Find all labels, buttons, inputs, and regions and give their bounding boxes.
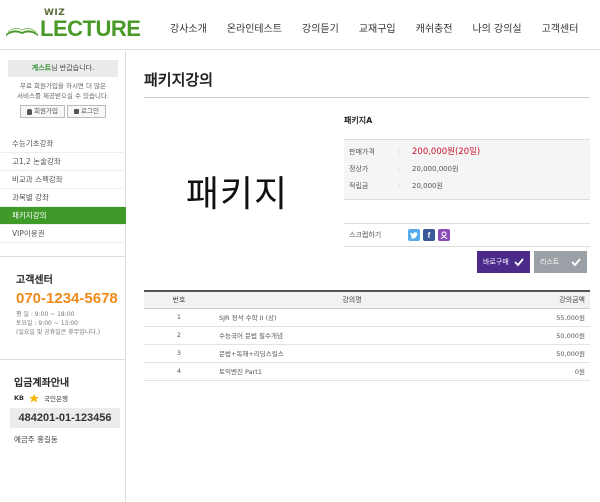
sale-price-label: 판매가격: [349, 148, 375, 156]
sale-price-value: 200,000원(20일): [412, 147, 481, 157]
user-icon: [27, 108, 33, 115]
login-label: 로그인: [80, 107, 99, 115]
table-header-row: 번호 강의명 강의금액: [144, 290, 590, 309]
kb-star-icon: [29, 393, 39, 402]
facebook-icon[interactable]: f: [423, 229, 435, 241]
login-desc-line2: 서비스를 제공받으실 수 있습니다.: [17, 92, 109, 100]
regular-price-value: 20,000,000원: [412, 165, 459, 173]
product-info: 판매가격 : 200,000원(20일) 정상가 : 20,000,000원 적…: [344, 139, 590, 200]
row-lecture-name[interactable]: 토익벤진 Part1: [214, 362, 490, 381]
bank-logo: KB 국민은행: [14, 393, 126, 403]
cs-hours-saturday: 토요일 : 9:00 ~ 13:00: [16, 320, 79, 327]
row-number: 2: [144, 326, 214, 345]
join-button[interactable]: 회원가입: [20, 105, 65, 118]
buy-now-label: 바로구매: [483, 258, 509, 266]
product-name: 패키지A: [344, 116, 373, 125]
category-menu: 수능기초강좌 고1,2 논술강좌 비교과 스펙강좌 과목별 강좌 패키지강의 V…: [0, 135, 126, 243]
main-navigation: 강사소개 온라인테스트 강의듣기 교재구입 캐쉬충전 나의 강의실 고객센터: [170, 20, 598, 35]
cs-hours: 평 일 : 9:00 ~ 18:00 토요일 : 9:00 ~ 13:00 (일…: [16, 310, 126, 337]
nav-my-classroom[interactable]: 나의 강의실: [472, 20, 521, 35]
sidebar: 게스트님 반갑습니다. 무료 회원가입을 하시면 더 많은 서비스를 제공받으실…: [0, 51, 126, 502]
greeting: 게스트님 반갑습니다.: [8, 60, 118, 77]
login-buttons: 회원가입 로그인: [8, 105, 118, 118]
row-lecture-name[interactable]: 문법+독해+리딩스킬스: [214, 344, 490, 363]
buy-now-button[interactable]: 바로구매: [477, 251, 530, 273]
header: WIZ LECTURE 강사소개 온라인테스트 강의듣기 교재구입 캐쉬충전 나…: [0, 0, 600, 50]
login-box: 게스트님 반갑습니다. 무료 회원가입을 하시면 더 많은 서비스를 제공받으실…: [8, 60, 118, 118]
cs-hours-weekday: 평 일 : 9:00 ~ 18:00: [16, 311, 75, 318]
account-holder: 예금주 홍길동: [14, 435, 58, 444]
twitter-icon[interactable]: [408, 229, 420, 241]
logo-main-text: LECTURE: [40, 16, 141, 41]
scrap-label: 스크랩하기: [349, 231, 382, 239]
bank-kb-text: KB: [14, 394, 24, 402]
login-desc-line1: 무료 회원가입을 하시면 더 많은: [19, 82, 106, 90]
nav-customer-center[interactable]: 고객센터: [542, 20, 579, 35]
row-number: 1: [144, 308, 214, 327]
info-row-regular-price: 정상가 : 20,000,000원: [344, 161, 590, 178]
product-thumbnail: 패키지: [144, 109, 330, 273]
nav-lectures[interactable]: 강의듣기: [302, 20, 339, 35]
customer-center-box: 고객센터 070-1234-5678 평 일 : 9:00 ~ 18:00 토요…: [0, 256, 126, 356]
row-price: 50,000원: [490, 326, 590, 345]
row-price: 50,000원: [490, 344, 590, 363]
join-label: 회원가입: [34, 107, 58, 115]
info-row-points: 적립금 : 20,000원: [344, 178, 590, 195]
table-row[interactable]: 2 수능국어 문법 필수개념 50,000원: [144, 326, 590, 345]
menu-item-subject[interactable]: 과목별 강좌: [0, 189, 126, 207]
row-price: 55,000원: [490, 308, 590, 327]
book-logo-icon: [6, 27, 38, 36]
nav-instructors[interactable]: 강사소개: [170, 20, 207, 35]
menu-item-package[interactable]: 패키지강의: [0, 207, 126, 225]
row-lecture-name[interactable]: 수능국어 문법 필수개념: [214, 326, 490, 345]
site-logo[interactable]: WIZ LECTURE: [4, 8, 141, 42]
nav-online-test[interactable]: 온라인테스트: [227, 20, 282, 35]
row-lecture-name[interactable]: SJR 정석 수학 II (상): [214, 308, 490, 327]
lecture-table: 번호 강의명 강의금액 1 SJR 정석 수학 II (상) 55,000원 2…: [144, 290, 590, 381]
check-icon: [571, 258, 581, 267]
login-button[interactable]: 로그인: [66, 105, 106, 118]
bank-title: 입금계좌안내: [14, 378, 70, 389]
points-value: 20,000원: [412, 182, 443, 190]
cs-hours-note: (일요일 및 공휴일은 휴무입니다.): [16, 329, 101, 336]
points-label: 적립금: [349, 182, 369, 190]
header-lecture-price: 강의금액: [490, 290, 590, 309]
menu-item-vip[interactable]: VIP이용권: [0, 225, 126, 243]
myspace-icon[interactable]: [438, 229, 450, 241]
table-row[interactable]: 4 토익벤진 Part1 0원: [144, 362, 590, 381]
cs-phone: 070-1234-5678: [16, 290, 118, 307]
account-number: 484201-01-123456: [10, 408, 120, 428]
thumbnail-text: 패키지: [185, 174, 289, 215]
guest-name: 게스트: [31, 64, 52, 72]
header-number: 번호: [144, 290, 214, 309]
table-row[interactable]: 3 문법+독해+리딩스킬스 50,000원: [144, 344, 590, 363]
row-number: 4: [144, 362, 214, 381]
table-row[interactable]: 1 SJR 정석 수학 II (상) 55,000원: [144, 308, 590, 327]
menu-item-basic[interactable]: 수능기초강좌: [0, 135, 126, 153]
scrap-row: 스크랩하기 f: [344, 223, 590, 247]
list-label: 리스트: [540, 258, 560, 266]
cs-title: 고객센터: [16, 275, 53, 286]
regular-price-label: 정상가: [349, 165, 369, 173]
login-description: 무료 회원가입을 하시면 더 많은 서비스를 제공받으실 수 있습니다.: [8, 81, 118, 101]
greeting-text: 님 반갑습니다.: [51, 64, 95, 72]
bank-account-box: 입금계좌안내 KB 국민은행 484201-01-123456 예금주 홍길동: [0, 359, 126, 459]
bank-name: 국민은행: [44, 395, 68, 403]
menu-item-spec[interactable]: 비교과 스펙강좌: [0, 171, 126, 189]
lock-icon: [73, 109, 79, 114]
main-content: 패키지강의 패키지 패키지A 판매가격 : 200,000원(20일) 정상가 …: [144, 51, 590, 381]
row-number: 3: [144, 344, 214, 363]
menu-item-essay[interactable]: 고1,2 논술강좌: [0, 153, 126, 171]
info-row-sale-price: 판매가격 : 200,000원(20일): [344, 144, 590, 161]
check-icon: [514, 258, 524, 267]
header-lecture-name: 강의명: [214, 290, 490, 309]
nav-cash-charge[interactable]: 캐쉬충전: [416, 20, 453, 35]
nav-textbooks[interactable]: 교재구입: [359, 20, 396, 35]
list-button[interactable]: 리스트: [534, 251, 587, 273]
row-price: 0원: [490, 362, 590, 381]
page-title: 패키지강의: [144, 69, 590, 98]
